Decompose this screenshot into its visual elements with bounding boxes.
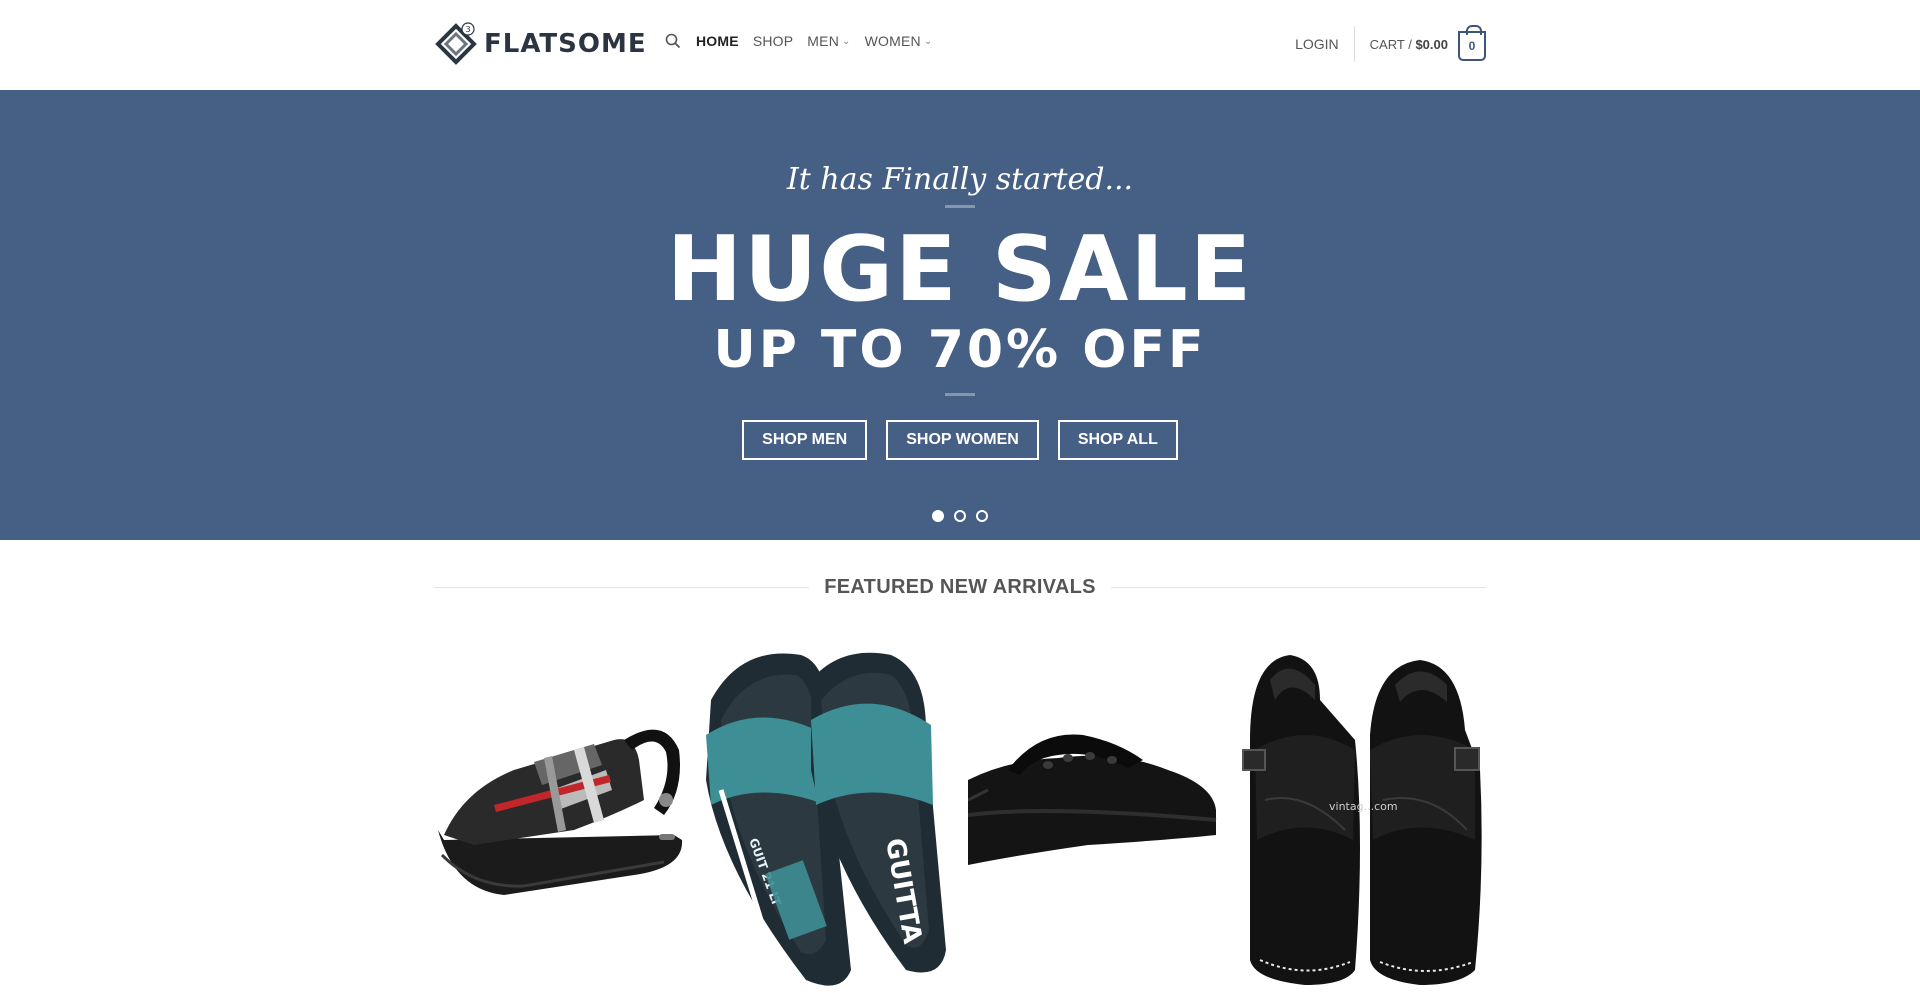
header-container: 3 FLATSOME HOME SHOP MEN ⌄ WOMEN ⌄ LOGIN… <box>434 0 1486 90</box>
nav-shop-label: SHOP <box>752 33 794 49</box>
product-card[interactable]: vintag...com <box>1235 640 1485 993</box>
nav-home[interactable]: HOME <box>696 33 739 49</box>
hero-divider-top <box>945 205 975 208</box>
nav-women[interactable]: WOMEN ⌄ <box>865 33 933 49</box>
cart-count: 0 <box>1468 39 1476 53</box>
nav-women-label: WOMEN <box>864 33 921 49</box>
hero-subtitle: UP TO 70% OFF <box>713 320 1207 380</box>
hero-divider-bottom <box>945 393 975 396</box>
heading-line-right <box>1110 586 1487 588</box>
section-title: FEATURED NEW ARRIVALS <box>824 575 1096 598</box>
hero-slider: It has Finally started... HUGE SALE UP T… <box>0 90 1920 540</box>
logo-badge: 3 <box>465 25 470 34</box>
slider-dot-3[interactable] <box>976 510 988 522</box>
logo-text: FLATSOME <box>484 29 647 59</box>
slider-dot-2[interactable] <box>954 510 966 522</box>
product-card[interactable] <box>434 640 684 993</box>
product-card[interactable] <box>968 640 1218 993</box>
heading-line-left <box>434 586 810 588</box>
black-leather-sandals-image: vintag...com <box>1235 640 1485 993</box>
cart-amount: $0.00 <box>1415 36 1448 52</box>
black-plaid-sandal-image <box>434 640 684 993</box>
login-link[interactable]: LOGIN <box>1295 26 1355 62</box>
hero-tagline: It has Finally started... <box>786 162 1134 197</box>
site-header: 3 FLATSOME HOME SHOP MEN ⌄ WOMEN ⌄ LOGIN… <box>0 0 1920 90</box>
header-right: LOGIN CART / $0.00 0 <box>1295 25 1486 62</box>
chevron-down-icon: ⌄ <box>842 35 851 47</box>
product-card[interactable]: GUIT 21 LT GUITTA <box>701 640 951 993</box>
hero-buttons: SHOP MEN SHOP WOMEN SHOP ALL <box>0 420 1920 460</box>
slider-dots <box>0 510 1920 522</box>
cart-link[interactable]: CART / $0.00 0 <box>1355 25 1486 62</box>
slider-dot-1[interactable] <box>932 510 944 522</box>
hero-title: HUGE SALE <box>666 217 1254 322</box>
nav-men[interactable]: MEN ⌄ <box>807 33 850 49</box>
nav-home-label: HOME <box>696 33 739 49</box>
search-icon[interactable] <box>664 32 682 50</box>
main-nav: HOME SHOP MEN ⌄ WOMEN ⌄ <box>664 32 932 50</box>
flatsome-logo-icon: 3 <box>435 22 477 65</box>
black-flip-flop-image <box>968 640 1218 993</box>
shop-women-button[interactable]: SHOP WOMEN <box>886 420 1039 460</box>
featured-section-heading: FEATURED NEW ARRIVALS <box>434 572 1487 602</box>
nav-men-label: MEN <box>807 33 840 49</box>
teal-slide-sandals-image: GUIT 21 LT GUITTA <box>701 640 951 993</box>
shop-men-button[interactable]: SHOP MEN <box>742 420 868 460</box>
watermark-text: vintag...com <box>1329 800 1398 813</box>
cart-label: CART / <box>1369 36 1412 52</box>
nav-shop[interactable]: SHOP <box>753 33 793 49</box>
site-logo[interactable]: 3 FLATSOME <box>434 22 647 66</box>
shop-all-button[interactable]: SHOP ALL <box>1057 420 1178 460</box>
cart-bag-icon[interactable]: 0 <box>1458 25 1486 61</box>
chevron-down-icon: ⌄ <box>923 35 933 47</box>
product-grid: GUIT 21 LT GUITTA vintag...com <box>434 640 1486 993</box>
